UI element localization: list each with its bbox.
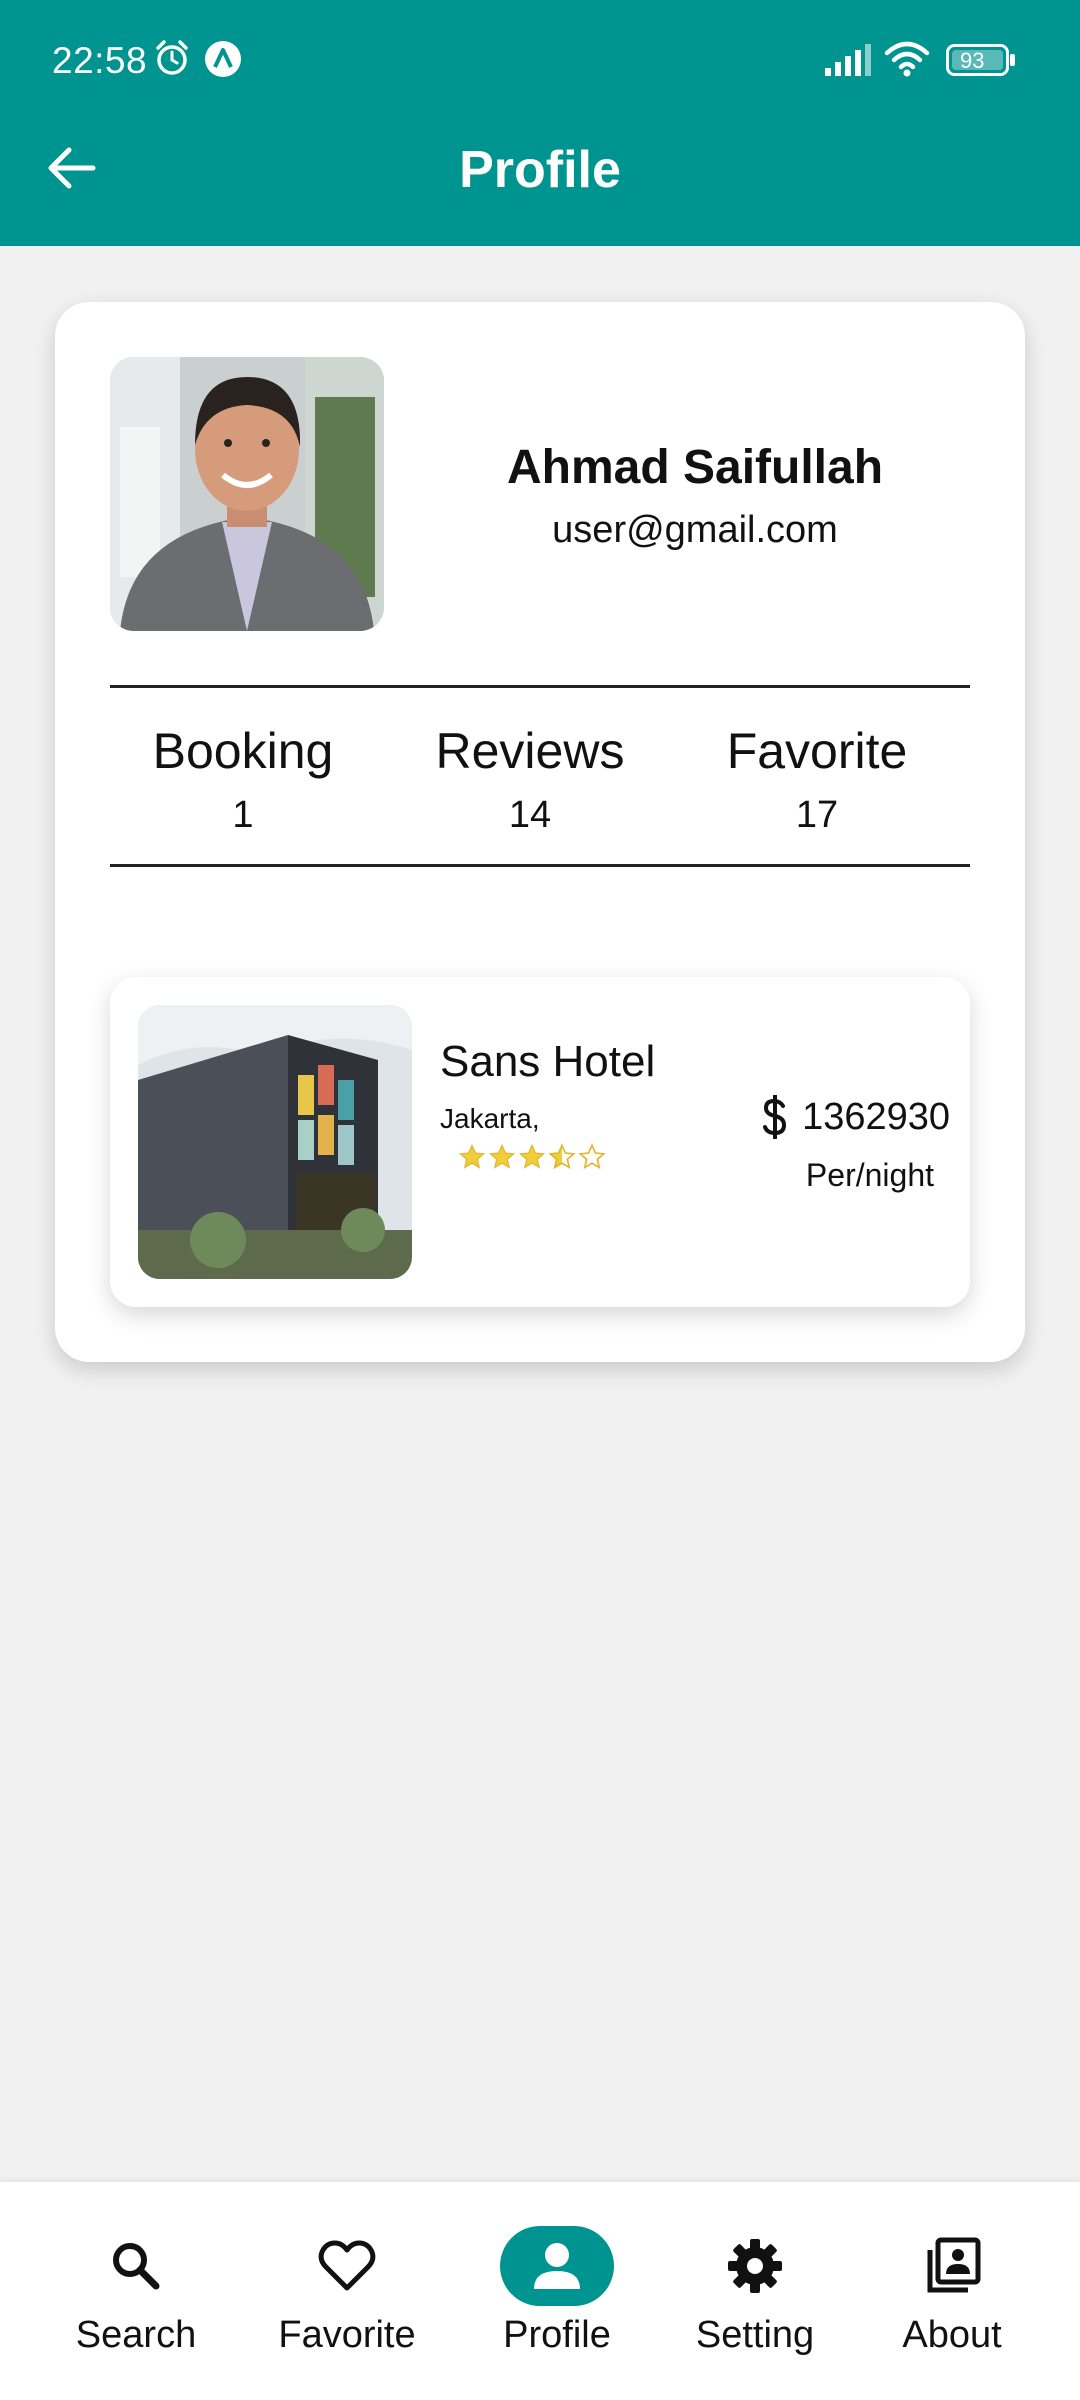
hotel-name: Sans Hotel [440,1037,656,1086]
stat-value: 14 [508,794,552,836]
nav-item-about[interactable]: About [852,2226,1052,2357]
bottom-navigation: Search Favorite Profile Setting About [0,2182,1080,2400]
stat-reviews[interactable]: Reviews 14 [400,722,660,837]
page-title: Profile [459,141,621,199]
price-unit: Per/night [805,1157,934,1193]
gear-icon [728,2239,782,2293]
stats-top-divider [110,685,970,688]
app-header: 22:58 93 Profile [0,0,1080,246]
star-half-icon [548,1143,576,1170]
user-name: Ahmad Saifullah [506,441,884,494]
stat-booking[interactable]: Booking 1 [113,722,373,837]
stat-favorite[interactable]: Favorite 17 [687,722,947,837]
nav-icon-container [895,2226,1009,2306]
stat-value: 1 [232,794,254,836]
hotel-rating [458,1143,606,1171]
nav-label: Favorite [278,2314,416,2356]
price-value: 1362930 [802,1095,950,1138]
user-email: user@gmail.com [552,509,838,551]
nav-item-profile[interactable]: Profile [457,2226,657,2357]
nav-label: Setting [695,2314,815,2356]
star-filled-icon [458,1143,486,1169]
signal-icon [824,44,872,81]
stat-label: Favorite [726,723,908,779]
dollar-icon [763,1095,787,1139]
stats-bottom-divider [110,864,970,867]
alarm-icon [152,38,192,83]
search-icon [113,2243,160,2290]
avatar[interactable] [110,357,384,631]
hotel-location: Jakarta, [440,1103,540,1134]
hotel-card[interactable]: Sans Hotel Jakarta, 1362930 Per/night [110,977,970,1307]
nav-item-favorite[interactable]: Favorite [247,2226,447,2357]
profile-card: Ahmad Saifullah user@gmail.com Booking 1… [55,302,1025,1362]
heart-icon [318,2240,376,2291]
app-notification-icon [204,40,242,83]
person-icon [534,2243,580,2289]
hotel-price: 1362930 [730,1095,950,1139]
status-time: 22:58 [52,40,148,81]
nav-icon-container [290,2226,404,2306]
nav-icon-container [698,2226,812,2306]
nav-item-setting[interactable]: Setting [655,2226,855,2357]
nav-label: Search [75,2314,197,2356]
contact-book-icon [927,2237,981,2293]
wifi-icon [884,40,930,83]
nav-item-search[interactable]: Search [36,2226,236,2357]
stat-label: Reviews [435,723,625,779]
nav-label: About [902,2314,1002,2356]
hotel-image [138,1005,412,1279]
nav-label: Profile [503,2314,611,2356]
nav-icon-container [500,2226,614,2306]
nav-icon-container [79,2226,193,2306]
star-empty-icon [578,1143,606,1170]
stat-label: Booking [152,723,334,779]
stat-value: 17 [795,794,839,836]
battery-level: 93 [960,48,985,73]
star-filled-icon [488,1143,516,1169]
status-bar: 22:58 93 [0,0,1080,122]
star-filled-icon [518,1143,546,1169]
